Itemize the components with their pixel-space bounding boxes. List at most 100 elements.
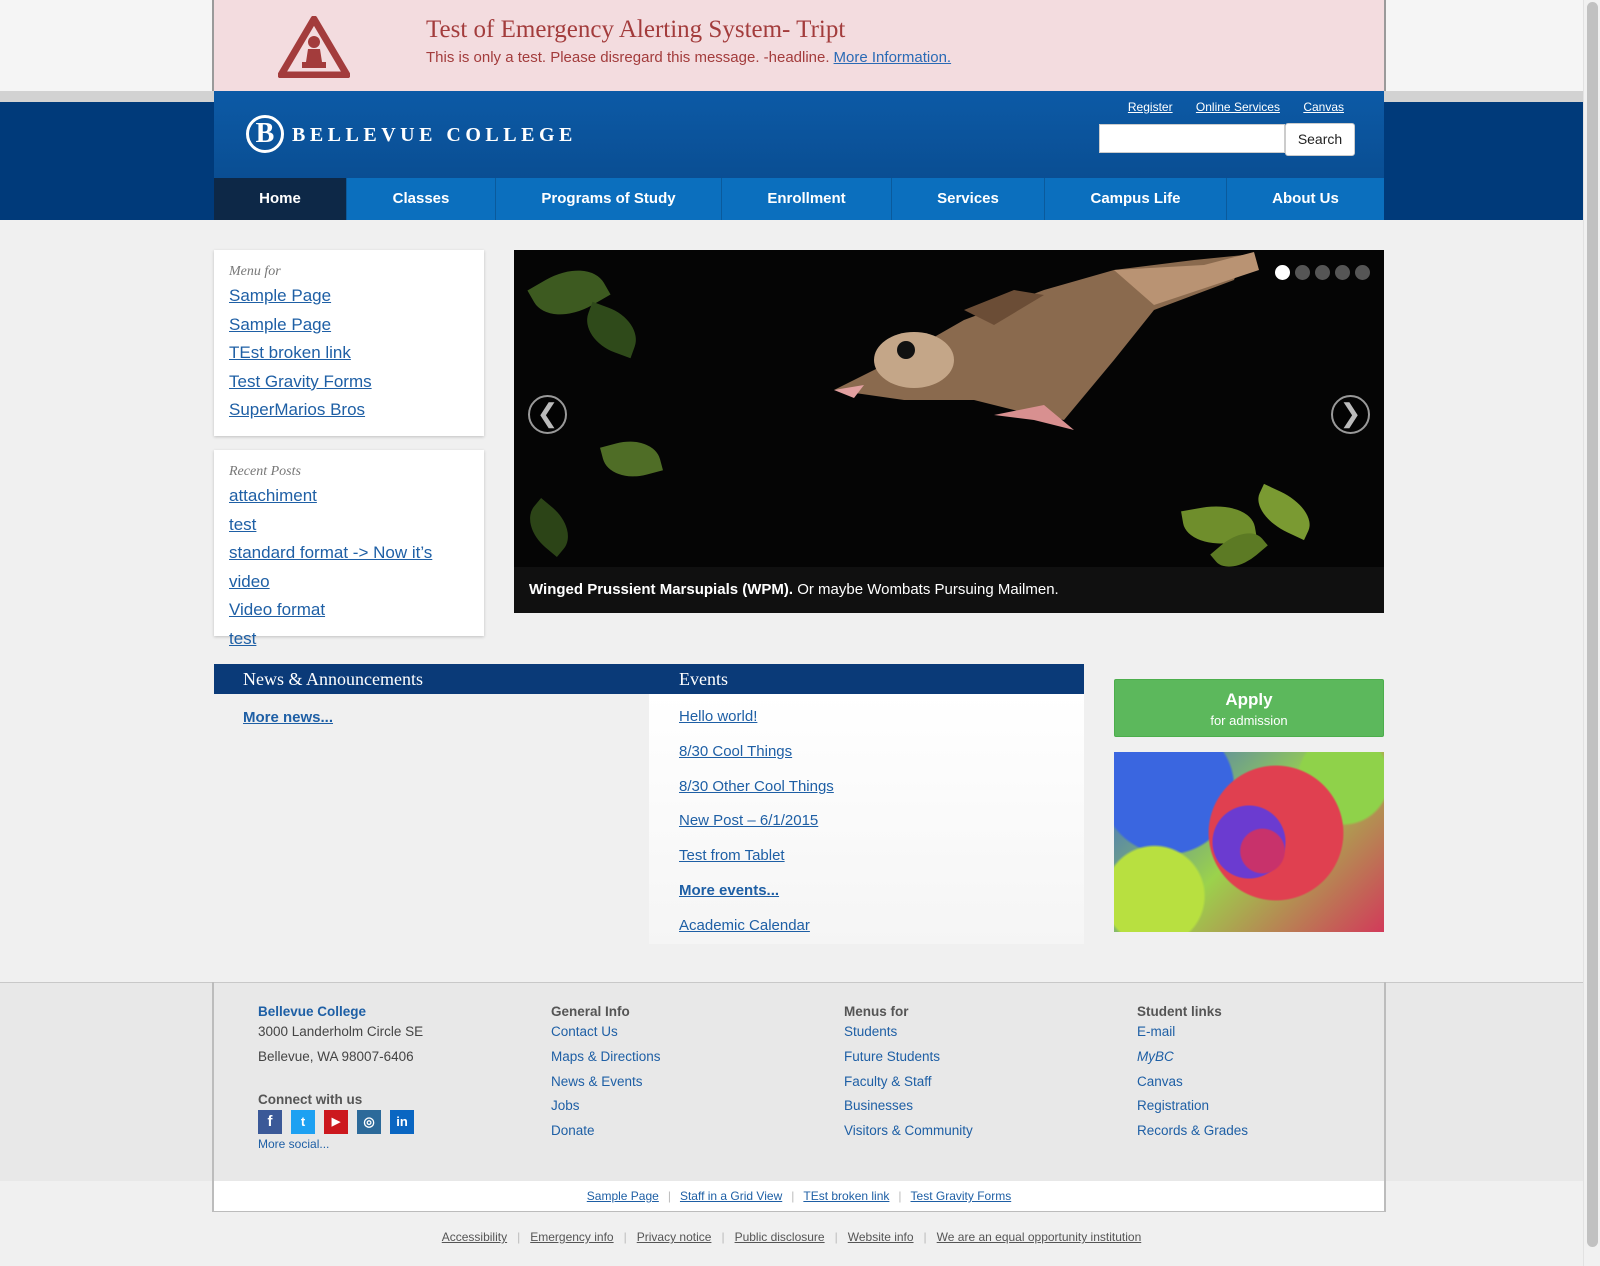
bottom-link[interactable]: Public disclosure [725, 1230, 835, 1244]
header-utility-links: Register Online Services Canvas [1108, 100, 1344, 114]
nav-about-us[interactable]: About Us [1227, 178, 1384, 220]
facebook-icon[interactable]: f [258, 1110, 282, 1134]
footer-strip: Sample Page | Staff in a Grid View | TEst br… [214, 1181, 1384, 1211]
search-input[interactable] [1099, 124, 1285, 153]
online-services-link[interactable]: Online Services [1196, 100, 1280, 114]
linkedin-icon[interactable]: in [390, 1110, 414, 1134]
slider-dot-4[interactable] [1335, 265, 1350, 280]
footer-college-name[interactable]: Bellevue College [258, 1004, 423, 1024]
scrollbar-thumb[interactable] [1587, 2, 1598, 1247]
slider-next-arrow-icon[interactable]: ❯ [1331, 395, 1370, 434]
footer-link[interactable]: E-mail [1137, 1024, 1248, 1049]
fractal-art-image[interactable] [1114, 752, 1384, 932]
footer-strip-link[interactable]: Staff in a Grid View [671, 1189, 791, 1203]
page-scrollbar[interactable] [1583, 0, 1600, 1266]
footer-student-heading: Student links [1137, 1004, 1222, 1019]
footer-strip-link[interactable]: TEst broken link [794, 1189, 898, 1203]
recent-post-link[interactable]: test [229, 625, 469, 654]
apply-button[interactable]: Apply for admission [1114, 679, 1384, 737]
bottom-link[interactable]: Accessibility [432, 1230, 517, 1244]
footer-link[interactable]: Jobs [551, 1098, 661, 1123]
footer-general-heading: General Info [551, 1004, 630, 1019]
bottom-link[interactable]: Website info [838, 1230, 924, 1244]
footer-link[interactable]: MyBC [1137, 1049, 1248, 1074]
leaf-shape [600, 433, 663, 485]
recent-post-link[interactable]: Video format [229, 596, 469, 625]
footer-link[interactable]: News & Events [551, 1074, 661, 1099]
footer-student-links: Student links E-mail MyBC Canvas Registr… [1137, 1004, 1248, 1148]
bottom-link[interactable]: Privacy notice [627, 1230, 722, 1244]
recent-post-link[interactable]: attachiment [229, 482, 469, 511]
nav-home[interactable]: Home [214, 178, 347, 220]
instagram-icon[interactable]: ◎ [357, 1110, 381, 1134]
bottom-links: Accessibility | Emergency info | Privacy not… [0, 1230, 1583, 1244]
sugar-glider-image [834, 252, 1259, 430]
footer-strip-link[interactable]: Sample Page [578, 1189, 668, 1203]
recent-post-link[interactable]: test [229, 511, 469, 540]
apply-sublabel: for admission [1210, 713, 1288, 728]
footer-link[interactable]: Visitors & Community [844, 1123, 973, 1148]
slider-dot-1[interactable] [1275, 265, 1290, 280]
recent-post-link[interactable]: standard format -> Now it’s video [229, 539, 469, 596]
sidebar-menu-item[interactable]: TEst broken link [229, 339, 469, 368]
college-logo-text[interactable]: BELLEVUE COLLEGE [292, 124, 577, 147]
events-heading: Events [679, 669, 728, 689]
emergency-alert: Test of Emergency Alerting System- Tript… [212, 0, 1386, 91]
footer-strip-link[interactable]: Test Gravity Forms [902, 1189, 1021, 1203]
youtube-icon[interactable]: ▶ [324, 1110, 348, 1134]
footer-link[interactable]: Future Students [844, 1049, 973, 1074]
event-link[interactable]: Hello world! [679, 708, 834, 743]
social-icons: f t ▶ ◎ in [258, 1110, 414, 1134]
sidebar-menu-item[interactable]: Sample Page [229, 282, 469, 311]
event-link[interactable]: 8/30 Cool Things [679, 743, 834, 778]
main-nav: Home Classes Programs of Study Enrollmen… [214, 178, 1384, 220]
college-logo-icon[interactable]: B [246, 115, 284, 153]
sidebar-menu-item[interactable]: Sample Page [229, 311, 469, 340]
footer-link[interactable]: Students [844, 1024, 973, 1049]
slider-prev-arrow-icon[interactable]: ❮ [528, 395, 567, 434]
footer-link[interactable]: Canvas [1137, 1074, 1248, 1099]
news-heading: News & Announcements [243, 669, 423, 689]
bottom-link[interactable]: We are an equal opportunity institution [927, 1230, 1152, 1244]
footer-link[interactable]: Faculty & Staff [844, 1074, 973, 1099]
event-link[interactable]: New Post – 6/1/2015 [679, 812, 834, 847]
footer-menus-heading: Menus for [844, 1004, 909, 1019]
bottom-link[interactable]: Emergency info [520, 1230, 623, 1244]
alert-message: This is only a test. Please disregard th… [426, 49, 951, 66]
nav-enrollment[interactable]: Enrollment [722, 178, 892, 220]
footer-link[interactable]: Businesses [844, 1098, 973, 1123]
canvas-link[interactable]: Canvas [1303, 100, 1344, 114]
footer-link[interactable]: Contact Us [551, 1024, 661, 1049]
sidebar-menu-item[interactable]: SuperMarios Bros [229, 396, 469, 425]
slider-dots [1275, 265, 1370, 280]
more-events-link[interactable]: More events... [679, 882, 834, 917]
leaf-shape [578, 301, 645, 359]
nav-services[interactable]: Services [892, 178, 1045, 220]
slider-dot-2[interactable] [1295, 265, 1310, 280]
leaf-shape [1249, 483, 1319, 541]
more-social-link[interactable]: More social... [258, 1137, 329, 1151]
nav-classes[interactable]: Classes [347, 178, 496, 220]
search-button[interactable]: Search [1285, 123, 1355, 156]
footer-link[interactable]: Donate [551, 1123, 661, 1148]
twitter-icon[interactable]: t [291, 1110, 315, 1134]
more-news-link[interactable]: More news... [243, 709, 333, 726]
nav-programs-of-study[interactable]: Programs of Study [496, 178, 722, 220]
slider-dot-5[interactable] [1355, 265, 1370, 280]
event-link[interactable]: 8/30 Other Cool Things [679, 778, 834, 813]
image-slider: ❮ ❯ Winged Prussient Marsupials (WPM). O… [514, 250, 1384, 613]
nav-campus-life[interactable]: Campus Life [1045, 178, 1227, 220]
register-link[interactable]: Register [1128, 100, 1173, 114]
apply-label: Apply [1225, 690, 1273, 709]
alert-more-info-link[interactable]: More Information. [834, 49, 952, 66]
sidebar-menu-item[interactable]: Test Gravity Forms [229, 368, 469, 397]
slider-caption-bold: Winged Prussient Marsupials (WPM). [529, 581, 794, 598]
footer-address-line2: Bellevue, WA 98007-6406 [258, 1048, 414, 1064]
footer-link[interactable]: Records & Grades [1137, 1123, 1248, 1148]
event-link[interactable]: Test from Tablet [679, 847, 834, 882]
footer-link[interactable]: Registration [1137, 1098, 1248, 1123]
academic-calendar-link[interactable]: Academic Calendar [679, 917, 834, 952]
slider-dot-3[interactable] [1315, 265, 1330, 280]
footer-link[interactable]: Maps & Directions [551, 1049, 661, 1074]
site-header: B BELLEVUE COLLEGE Register Online Servi… [214, 91, 1384, 178]
